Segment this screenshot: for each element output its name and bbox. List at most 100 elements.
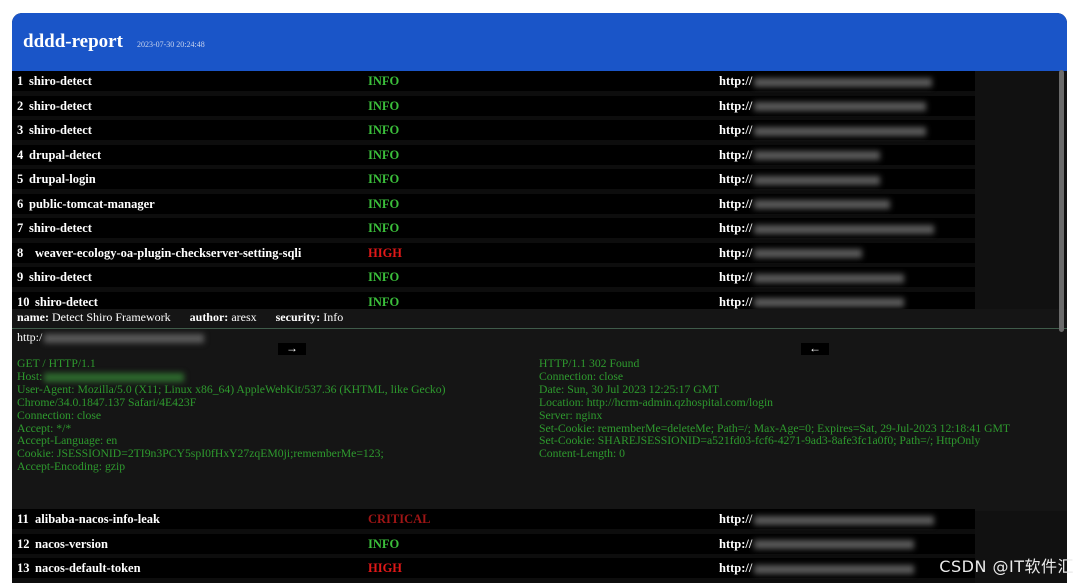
finding-severity: HIGH	[368, 561, 403, 575]
report-header: dddd-report 2023-07-30 20:24:48	[12, 13, 1067, 71]
redacted-url	[754, 564, 915, 574]
finding-severity: INFO	[368, 536, 400, 551]
finding-url: http://	[719, 148, 881, 163]
finding-url: http://	[719, 561, 915, 576]
report-window: dddd-report 2023-07-30 20:24:48 1 shiro-…	[12, 13, 1067, 583]
response-line: HTTP/1.1 302 Found	[539, 357, 640, 370]
scrollbar-thumb[interactable]	[1059, 70, 1064, 332]
finding-severity: INFO	[368, 98, 400, 113]
finding-url: http://	[719, 270, 905, 285]
redacted-url	[754, 102, 927, 112]
finding-severity: INFO	[368, 74, 400, 88]
finding-name: shiro-detect	[29, 98, 92, 113]
request-line: Connection: close	[17, 408, 102, 422]
finding-index: 3	[17, 123, 24, 137]
finding-name: drupal-detect	[29, 147, 102, 162]
finding-name: shiro-detect	[29, 221, 92, 235]
finding-row-3[interactable]: 3 shiro-detect INFO http://	[12, 120, 975, 140]
http-response: HTTP/1.1 302 Found Connection: close Dat…	[539, 357, 1059, 461]
report-timestamp: 2023-07-30 20:24:48	[136, 39, 205, 49]
redacted-host	[44, 372, 185, 382]
author-value: aresx	[231, 310, 257, 324]
finding-row-2[interactable]: 2 shiro-detect INFO http://	[12, 95, 975, 116]
finding-name: nacos-version	[35, 536, 108, 551]
redacted-url	[754, 126, 927, 136]
request-line: GET / HTTP/1.1	[17, 357, 96, 370]
request-arrow-button[interactable]: →	[278, 342, 306, 355]
finding-url: http://	[719, 295, 905, 310]
response-arrow-button[interactable]: ←	[801, 342, 829, 355]
finding-row-9[interactable]: 9 shiro-detect INFO http://	[12, 267, 975, 287]
finding-name: weaver-ecology-oa-plugin-checkserver-set…	[35, 245, 302, 260]
finding-index: 9	[17, 270, 24, 284]
finding-row-6[interactable]: 6 public-tomcat-manager INFO http://	[12, 193, 975, 214]
finding-severity: INFO	[368, 270, 400, 284]
finding-detail-panel: name: Detect Shiro Framework author: are…	[12, 309, 1067, 511]
finding-severity: INFO	[368, 147, 400, 162]
finding-name: shiro-detect	[35, 294, 98, 309]
request-line: Chrome/34.0.1847.137 Safari/4E423F	[17, 395, 197, 409]
response-line: Server: nginx	[539, 408, 603, 422]
finding-severity: INFO	[368, 221, 400, 235]
finding-row-13[interactable]: 13 nacos-default-token HIGH http://	[12, 558, 975, 578]
author-label: author:	[189, 310, 229, 324]
finding-index: 8	[17, 245, 24, 260]
finding-row-7[interactable]: 7 shiro-detect INFO http://	[12, 218, 975, 238]
finding-index: 1	[17, 74, 24, 88]
finding-row-1[interactable]: 1 shiro-detect INFO http://	[12, 71, 975, 91]
finding-index: 5	[17, 172, 24, 186]
finding-severity: CRITICAL	[368, 512, 431, 526]
redacted-url	[754, 77, 933, 87]
finding-name: shiro-detect	[29, 270, 92, 284]
redacted-url	[754, 249, 863, 259]
redacted-url	[754, 200, 891, 210]
finding-index: 6	[17, 196, 24, 211]
report-title: dddd-report	[23, 31, 123, 52]
finding-index: 4	[17, 147, 24, 162]
security-value: Info	[323, 310, 344, 324]
finding-index: 12	[17, 536, 30, 551]
finding-url: http://	[719, 537, 915, 552]
findings-list: 1 shiro-detect INFO http:// 2 shiro-dete…	[12, 71, 975, 316]
redacted-url	[754, 151, 881, 161]
detail-meta: name: Detect Shiro Framework author: are…	[12, 309, 1067, 329]
response-line: Location: http://hcrm-admin.qzhospital.c…	[539, 395, 774, 409]
name-label: name:	[17, 310, 49, 324]
finding-url: http://	[719, 99, 927, 114]
response-line: Date: Sun, 30 Jul 2023 12:25:17 GMT	[539, 382, 720, 396]
finding-index: 10	[17, 294, 30, 309]
finding-name: shiro-detect	[29, 74, 92, 88]
finding-index: 2	[17, 98, 24, 113]
finding-name: nacos-default-token	[35, 561, 141, 575]
finding-row-5[interactable]: 5 drupal-login INFO http://	[12, 169, 975, 189]
finding-row-11[interactable]: 11 alibaba-nacos-info-leak CRITICAL http…	[12, 509, 975, 529]
finding-row-12[interactable]: 12 nacos-version INFO http://	[12, 533, 975, 554]
response-line: Connection: close	[539, 369, 624, 383]
response-line: Content-Length: 0	[539, 447, 626, 461]
detail-url: http:/	[12, 330, 1067, 345]
request-line: Host:	[17, 370, 527, 384]
finding-row-8[interactable]: 8 weaver-ecology-oa-plugin-checkserver-s…	[12, 242, 975, 263]
finding-url: http://	[719, 246, 863, 261]
finding-index: 13	[17, 561, 30, 575]
finding-name: shiro-detect	[29, 123, 92, 137]
finding-index: 7	[17, 221, 24, 235]
finding-index: 11	[17, 512, 29, 526]
http-request: GET / HTTP/1.1 Host: User-Agent: Mozilla…	[17, 357, 527, 474]
finding-severity: INFO	[368, 294, 400, 309]
redacted-url	[754, 224, 935, 234]
finding-name: public-tomcat-manager	[29, 196, 155, 211]
finding-name: drupal-login	[29, 172, 96, 186]
name-value: Detect Shiro Framework	[52, 310, 171, 324]
finding-url: http://	[719, 123, 927, 138]
finding-row-4[interactable]: 4 drupal-detect INFO http://	[12, 144, 975, 165]
finding-severity: INFO	[368, 196, 400, 211]
redacted-url	[754, 298, 905, 308]
finding-severity: HIGH	[368, 245, 403, 260]
finding-severity: INFO	[368, 123, 400, 137]
security-label: security:	[275, 310, 321, 324]
redacted-url	[44, 333, 205, 343]
finding-url: http://	[719, 172, 881, 187]
finding-url: http://	[719, 197, 891, 212]
redacted-url	[754, 273, 905, 283]
